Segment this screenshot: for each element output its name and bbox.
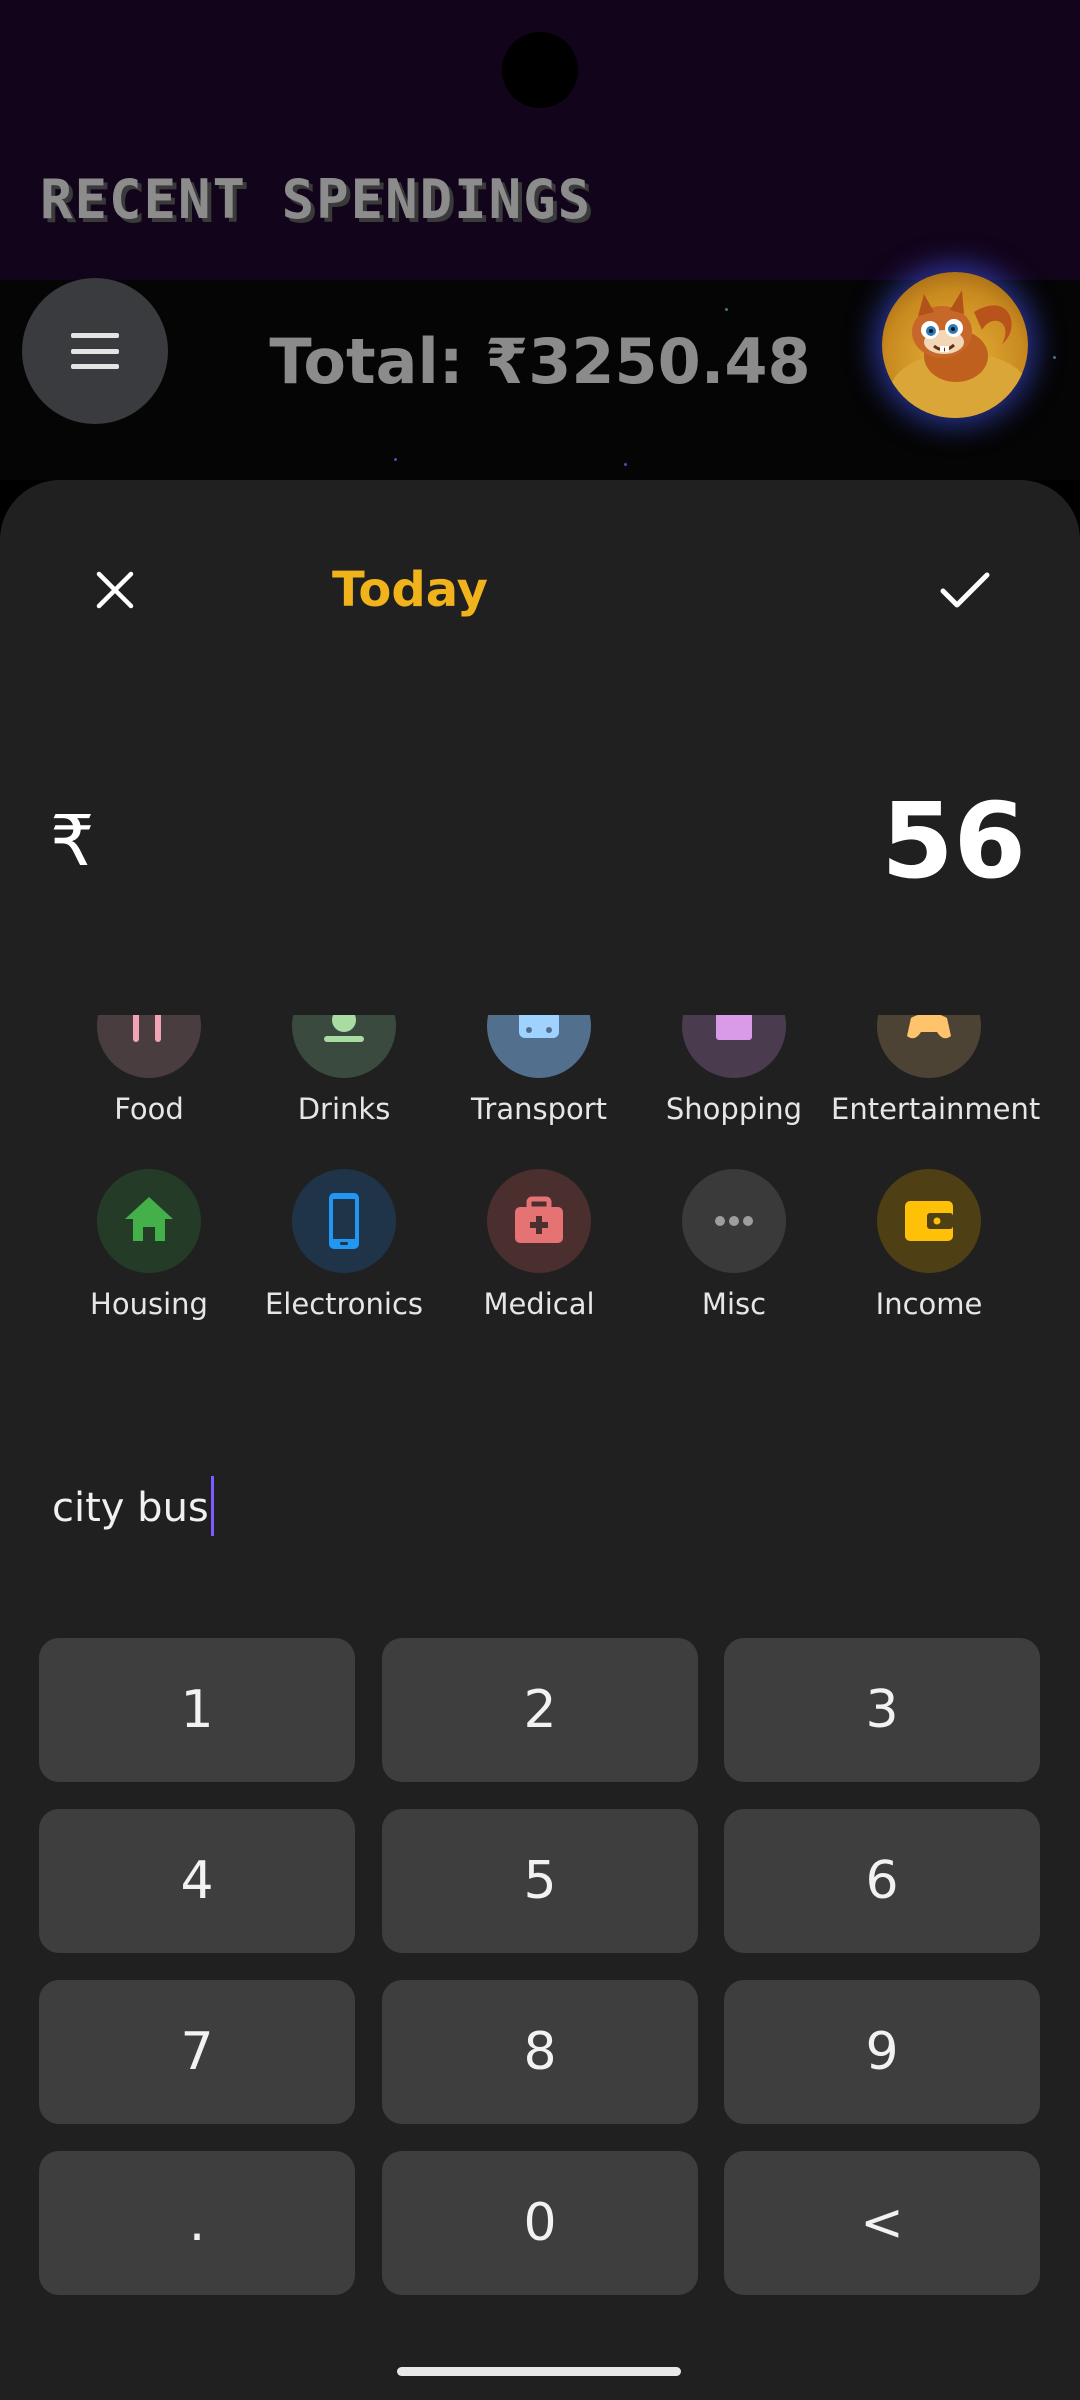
category-income[interactable]: Income <box>831 1169 1027 1321</box>
key-5[interactable]: 5 <box>382 1809 698 1953</box>
key-9[interactable]: 9 <box>724 1980 1040 2124</box>
star-decoration <box>624 463 627 466</box>
category-entertainment[interactable]: Entertainment <box>831 1015 1041 1126</box>
star-decoration <box>394 458 397 461</box>
category-label: Misc <box>701 1287 767 1321</box>
check-icon <box>940 572 990 608</box>
key-decimal[interactable]: . <box>39 2151 355 2295</box>
category-label: Food <box>114 1092 184 1126</box>
squirrel-avatar[interactable] <box>882 272 1028 418</box>
more-horizontal-icon <box>682 1169 786 1273</box>
note-input[interactable]: city bus <box>52 1476 214 1540</box>
category-label: Income <box>875 1287 983 1321</box>
category-label: Housing <box>90 1287 208 1321</box>
key-4[interactable]: 4 <box>39 1809 355 1953</box>
bus-icon <box>487 1015 591 1078</box>
drink-icon <box>292 1015 396 1078</box>
app-title: RECENT SPENDINGS <box>40 168 593 231</box>
close-button[interactable] <box>75 550 155 630</box>
gamepad-icon <box>877 1015 981 1078</box>
amount-display: 56 <box>881 780 1026 902</box>
category-label: Entertainment <box>831 1092 1041 1126</box>
key-1[interactable]: 1 <box>39 1638 355 1782</box>
medical-kit-icon <box>487 1169 591 1273</box>
category-electronics[interactable]: Electronics <box>246 1169 442 1321</box>
category-label: Drinks <box>297 1092 391 1126</box>
key-3[interactable]: 3 <box>724 1638 1040 1782</box>
category-transport[interactable]: Transport <box>441 1015 637 1126</box>
date-selector[interactable]: Today <box>280 562 540 618</box>
category-medical[interactable]: Medical <box>441 1169 637 1321</box>
star-decoration <box>725 308 728 311</box>
note-text: city bus <box>52 1485 209 1531</box>
category-misc[interactable]: Misc <box>636 1169 832 1321</box>
key-7[interactable]: 7 <box>39 1980 355 2124</box>
confirm-button[interactable] <box>925 550 1005 630</box>
key-8[interactable]: 8 <box>382 1980 698 2124</box>
key-0[interactable]: 0 <box>382 2151 698 2295</box>
key-2[interactable]: 2 <box>382 1638 698 1782</box>
category-shopping[interactable]: Shopping <box>636 1015 832 1126</box>
category-label: Shopping <box>665 1092 803 1126</box>
camera-cutout <box>502 32 578 108</box>
wallet-icon <box>877 1169 981 1273</box>
add-expense-sheet: Today ₹ 56 Food Drinks Transport Shoppin… <box>0 480 1080 2400</box>
house-icon <box>97 1169 201 1273</box>
category-drinks[interactable]: Drinks <box>246 1015 442 1126</box>
close-icon <box>96 571 134 609</box>
home-indicator[interactable] <box>397 2367 681 2376</box>
smartphone-icon <box>292 1169 396 1273</box>
category-label: Transport <box>470 1092 608 1126</box>
category-housing[interactable]: Housing <box>51 1169 247 1321</box>
shopping-bag-icon <box>682 1015 786 1078</box>
category-label: Electronics <box>264 1287 424 1321</box>
category-grid: Food Drinks Transport Shopping Entertain… <box>0 1015 1080 1405</box>
category-food[interactable]: Food <box>51 1015 247 1126</box>
fork-knife-icon <box>97 1015 201 1078</box>
category-label: Medical <box>483 1287 595 1321</box>
text-caret <box>210 1476 214 1536</box>
key-backspace[interactable]: < <box>724 2151 1040 2295</box>
currency-symbol: ₹ <box>50 800 95 882</box>
key-6[interactable]: 6 <box>724 1809 1040 1953</box>
